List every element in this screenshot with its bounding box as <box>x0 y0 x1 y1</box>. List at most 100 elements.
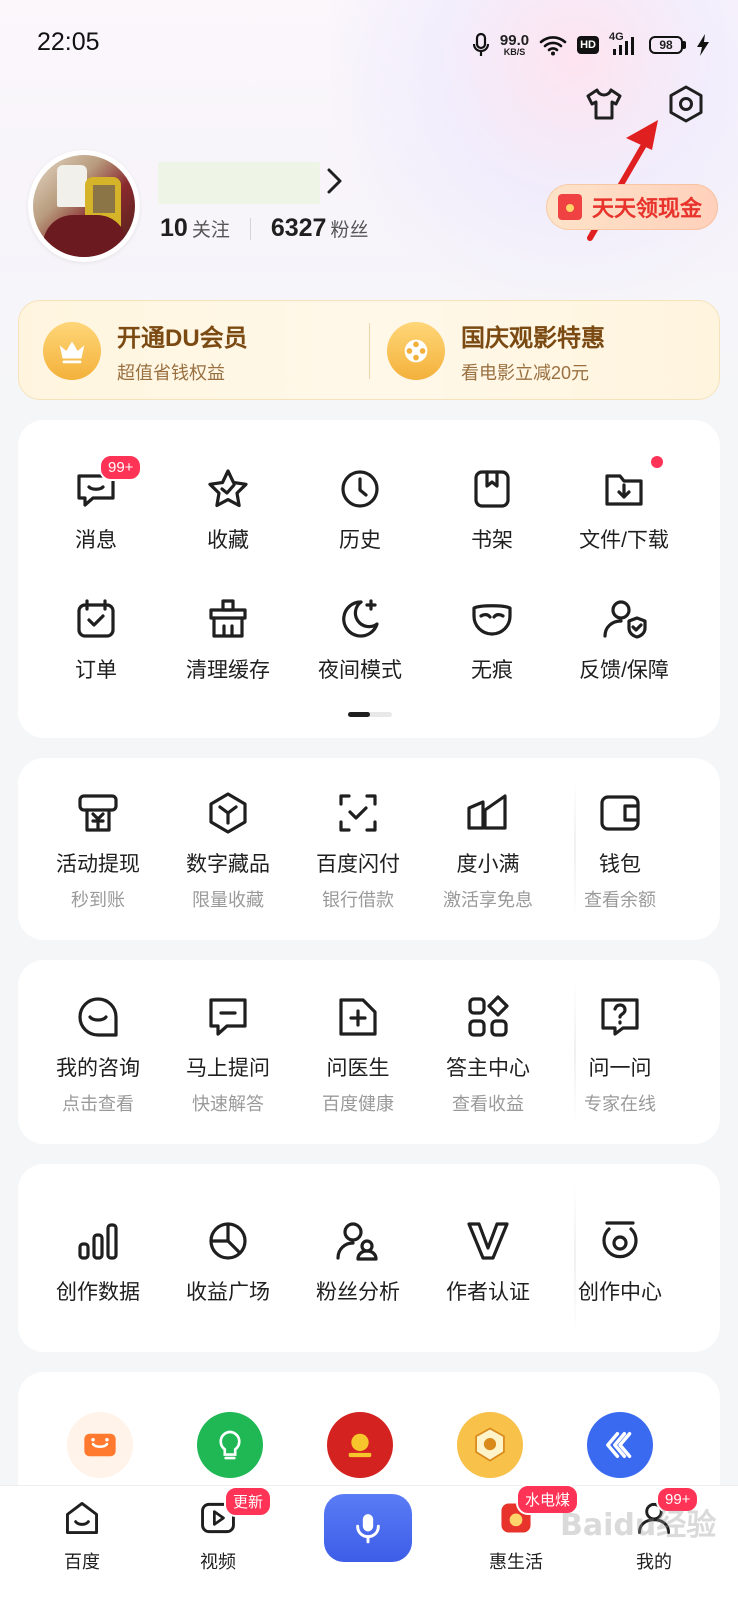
profile-stats: 10 关注 6327 粉丝 <box>160 214 368 243</box>
bar-chart-icon <box>73 1216 123 1266</box>
crown-icon <box>43 322 101 380</box>
video-badge: 更新 <box>224 1486 273 1517</box>
following-count[interactable]: 10 <box>160 214 188 243</box>
tools-card: 99+ 消息 收藏 历史 书架 文件/下载 订单 清理缓存 夜间模式 无痕 反馈… <box>18 420 720 738</box>
daily-cash-label: 天天领现金 <box>592 196 703 221</box>
movie-offer-subtitle: 看电影立减20元 <box>461 362 590 383</box>
consult-doctor[interactable]: 问医生 百度健康 <box>291 992 425 1116</box>
finance-card: 活动提现 秒到账 数字藏品 限量收藏 百度闪付 银行借款 度小满 激活享免息 钱… <box>18 758 720 940</box>
voice-search-button[interactable] <box>324 1494 412 1562</box>
nav-video[interactable]: 更新 视频 <box>168 1486 273 1574</box>
movie-offer-entry[interactable]: 国庆观影特惠 看电影立减20元 <box>387 301 605 401</box>
consult-sub: 查看收益 <box>452 1094 524 1114</box>
vip-banner: 开通DU会员 超值省钱权益 国庆观影特惠 看电影立减20元 <box>18 300 720 400</box>
tool-clean-cache[interactable]: 清理缓存 <box>161 594 295 684</box>
nav-label: 视频 <box>200 1552 236 1572</box>
tool-orders[interactable]: 订单 <box>29 594 163 684</box>
finance-label: 百度闪付 <box>316 853 400 876</box>
vip-divider <box>369 323 370 379</box>
ticket-icon[interactable] <box>67 1412 133 1478</box>
question-icon <box>595 992 645 1042</box>
tool-history[interactable]: 历史 <box>293 464 427 554</box>
cube-icon <box>203 788 253 838</box>
tool-bookshelf[interactable]: 书架 <box>425 464 559 554</box>
creator-label: 收益广场 <box>186 1281 270 1304</box>
finance-flash-pay[interactable]: 百度闪付 银行借款 <box>291 788 425 912</box>
finance-duxiaoman[interactable]: 度小满 激活享免息 <box>421 788 555 912</box>
following-label[interactable]: 关注 <box>192 215 230 242</box>
battery-level: 98 <box>649 36 683 54</box>
consult-icon <box>73 992 123 1042</box>
consult-ask[interactable]: 马上提问 快速解答 <box>161 992 295 1116</box>
net-speed-unit: KB/S <box>503 47 526 57</box>
vip-title: 开通DU会员 <box>117 324 248 352</box>
finance-label: 钱包 <box>599 853 641 876</box>
creator-data[interactable]: 创作数据 <box>31 1216 165 1306</box>
nav-label: 我的 <box>636 1552 672 1572</box>
consult-sub: 百度健康 <box>322 1094 394 1114</box>
signal-icon: 4G <box>609 31 639 57</box>
star-icon <box>203 464 253 514</box>
wallet-icon <box>595 788 645 838</box>
doctor-icon <box>333 992 383 1042</box>
username-field[interactable] <box>158 162 320 204</box>
finance-digital-collectibles[interactable]: 数字藏品 限量收藏 <box>161 788 295 912</box>
tool-label: 书架 <box>471 529 513 552</box>
creator-center[interactable]: 创作中心 <box>553 1216 687 1306</box>
consult-card: 我的咨询 点击查看 马上提问 快速解答 问医生 百度健康 答主中心 查看收益 问… <box>18 960 720 1144</box>
ask-icon <box>203 992 253 1042</box>
bulb-icon[interactable] <box>197 1412 263 1478</box>
avatar[interactable] <box>28 150 140 262</box>
consult-answerer-center[interactable]: 答主中心 查看收益 <box>421 992 555 1116</box>
finance-sub: 查看余额 <box>584 890 656 910</box>
creator-label: 粉丝分析 <box>316 1281 400 1304</box>
tool-label: 收藏 <box>207 529 249 552</box>
chevron-right-icon[interactable] <box>322 166 348 196</box>
creator-fans-analysis[interactable]: 粉丝分析 <box>291 1216 425 1306</box>
hd-icon: HD <box>577 36 599 54</box>
nav-life[interactable]: 水电煤 惠生活 <box>466 1484 580 1574</box>
tool-favorites[interactable]: 收藏 <box>161 464 295 554</box>
finance-wallet[interactable]: 钱包 查看余额 <box>553 788 687 912</box>
tool-message[interactable]: 99+ 消息 <box>29 454 163 554</box>
fans-count[interactable]: 6327 <box>271 214 327 243</box>
creator-verification[interactable]: 作者认证 <box>421 1216 555 1306</box>
creator-label: 创作数据 <box>56 1281 140 1304</box>
nav-home[interactable]: 百度 <box>32 1486 132 1574</box>
home-icon <box>60 1496 104 1540</box>
app-icon[interactable] <box>587 1412 653 1478</box>
finance-withdraw[interactable]: 活动提现 秒到账 <box>31 788 165 912</box>
scan-pay-icon <box>333 788 383 838</box>
consult-ask-expert[interactable]: 问一问 专家在线 <box>553 992 687 1116</box>
wifi-icon <box>539 36 567 56</box>
duxiaoman-icon <box>463 788 513 838</box>
feedback-shield-icon <box>599 594 649 644</box>
battery-icon: 98 <box>649 36 686 54</box>
status-time: 22:05 <box>37 28 100 56</box>
tool-night-mode[interactable]: 夜间模式 <box>293 594 427 684</box>
creator-label: 作者认证 <box>446 1281 530 1304</box>
creator-earnings[interactable]: 收益广场 <box>161 1216 295 1306</box>
page-indicator <box>348 712 392 717</box>
fans-label[interactable]: 粉丝 <box>330 215 368 242</box>
consult-sub: 快速解答 <box>192 1094 264 1114</box>
download-folder-icon <box>599 456 663 514</box>
net-speed-value: 99.0 <box>499 32 530 49</box>
tool-incognito[interactable]: 无痕 <box>425 594 559 684</box>
consult-my[interactable]: 我的咨询 点击查看 <box>31 992 165 1116</box>
net-speed: 99.0 KB/S <box>500 33 529 57</box>
life-icon: 水电煤 <box>494 1484 580 1540</box>
status-icons: 99.0 KB/S HD 4G 98 <box>472 30 710 60</box>
settings-icon[interactable] <box>666 84 706 124</box>
badge-icon[interactable] <box>457 1412 523 1478</box>
tool-feedback[interactable]: 反馈/保障 <box>557 594 691 684</box>
daily-cash-button[interactable]: 天天领现金 <box>546 184 718 230</box>
vip-membership-entry[interactable]: 开通DU会员 超值省钱权益 <box>43 301 248 401</box>
tool-label: 消息 <box>75 529 117 552</box>
finance-sub: 限量收藏 <box>192 890 264 910</box>
finance-label: 数字藏品 <box>186 853 270 876</box>
creator-label: 创作中心 <box>578 1281 662 1304</box>
tool-downloads[interactable]: 文件/下载 <box>557 456 691 554</box>
gov-service-icon[interactable] <box>327 1412 393 1478</box>
download-notification-dot <box>651 456 663 468</box>
